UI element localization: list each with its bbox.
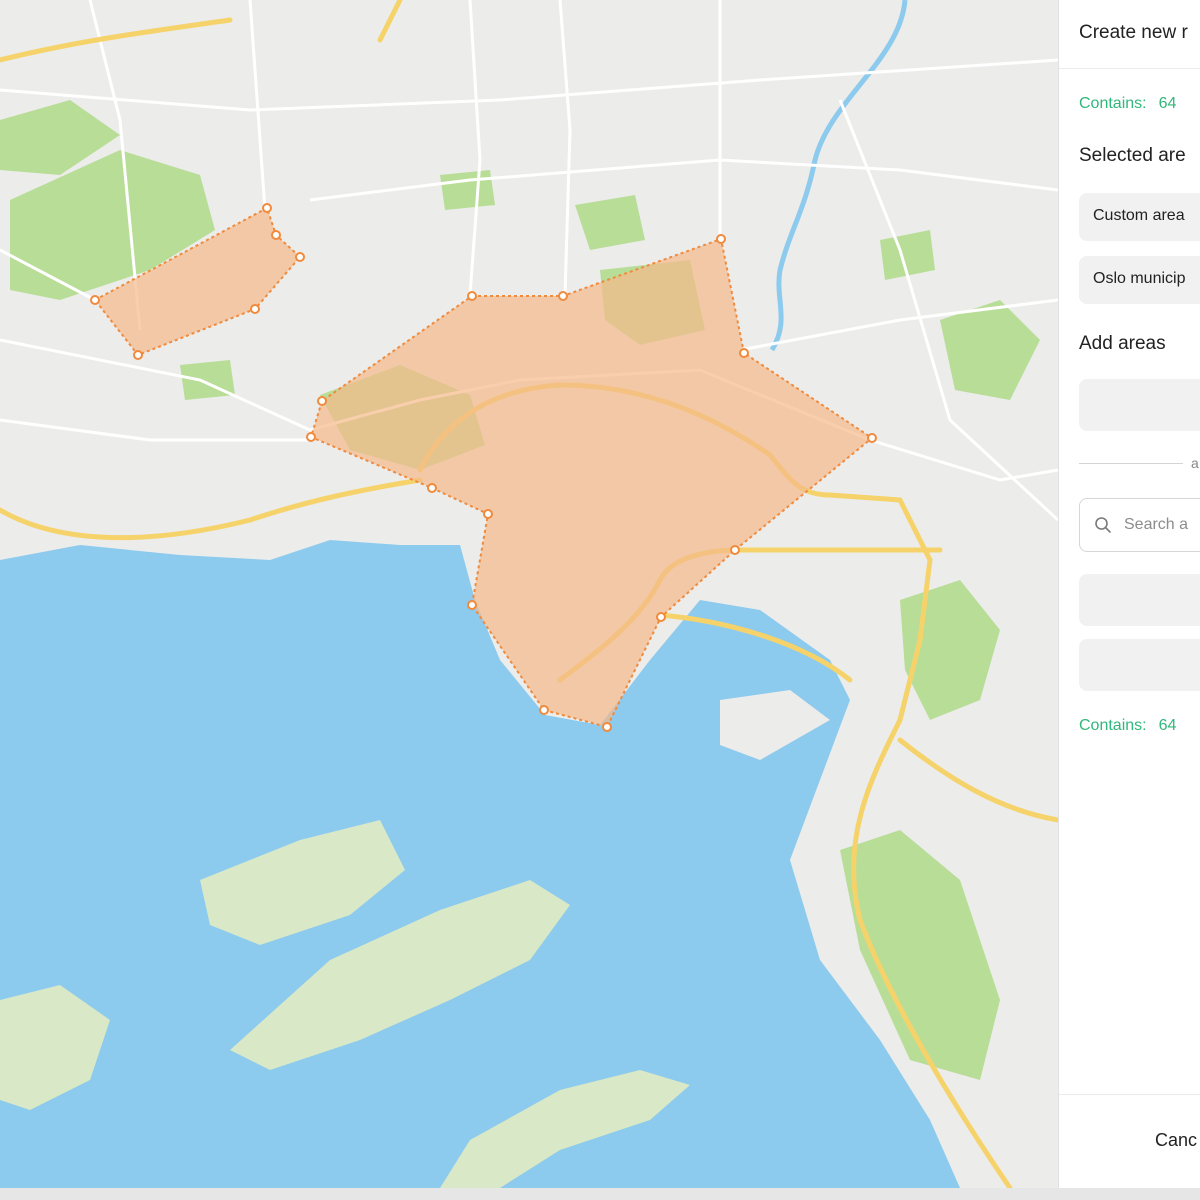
- cancel-button[interactable]: Canc: [1155, 1130, 1197, 1151]
- polygon-vertex-handle[interactable]: [295, 252, 305, 262]
- add-areas-heading: Add areas: [1079, 333, 1166, 354]
- polygon-vertex-handle[interactable]: [539, 705, 549, 715]
- polygon-vertex-handle[interactable]: [317, 396, 327, 406]
- bottom-edge: [0, 1188, 1200, 1200]
- polygon-vertex-handle[interactable]: [656, 612, 666, 622]
- contains-summary-top: Contains: 64: [1079, 95, 1176, 113]
- contains-label: Contains:: [1079, 95, 1147, 112]
- draw-area-button[interactable]: [1079, 379, 1200, 431]
- contains-summary-bottom: Contains: 64: [1079, 717, 1176, 735]
- suggestion-item-1[interactable]: [1079, 574, 1200, 626]
- polygon-vertex-handle[interactable]: [262, 203, 272, 213]
- polygon-vertex-handle[interactable]: [467, 291, 477, 301]
- polygon-vertex-handle[interactable]: [427, 483, 437, 493]
- polygon-vertex-handle[interactable]: [133, 350, 143, 360]
- polygon-vertex-handle[interactable]: [467, 600, 477, 610]
- create-region-panel: Create new r Contains: 64 Selected are Cu…: [1058, 0, 1200, 1188]
- search-icon: [1095, 517, 1111, 533]
- polygon-vertex-handle[interactable]: [306, 432, 316, 442]
- polygon-vertex-handle[interactable]: [558, 291, 568, 301]
- park-small-3: [440, 170, 495, 210]
- contains-bottom-label: Contains:: [1079, 717, 1147, 734]
- polygon-vertex-handle[interactable]: [483, 509, 493, 519]
- contains-bottom-value: 64: [1158, 717, 1177, 734]
- park-small-4: [180, 360, 235, 400]
- polygon-vertex-handle[interactable]: [730, 545, 740, 555]
- search-input[interactable]: [1124, 513, 1200, 537]
- panel-footer-divider: [1059, 1094, 1200, 1095]
- search-field[interactable]: [1079, 498, 1200, 552]
- panel-title: Create new r: [1079, 22, 1188, 43]
- polygon-vertex-handle[interactable]: [716, 234, 726, 244]
- polygon-vertex-handle[interactable]: [867, 433, 877, 443]
- panel-header-divider: [1059, 68, 1200, 69]
- polygon-vertex-handle[interactable]: [271, 230, 281, 240]
- polygon-vertex-handle[interactable]: [602, 722, 612, 732]
- polygon-vertex-handle[interactable]: [90, 295, 100, 305]
- or-divider-text: a: [1191, 455, 1199, 471]
- polygon-vertex-handle[interactable]: [250, 304, 260, 314]
- map-svg[interactable]: [0, 0, 1058, 1188]
- selected-area-chip-custom[interactable]: Custom area: [1079, 193, 1200, 241]
- polygon-vertex-handle[interactable]: [739, 348, 749, 358]
- suggestion-item-2[interactable]: [1079, 639, 1200, 691]
- or-divider-line: [1079, 463, 1183, 464]
- selected-area-chip-oslo[interactable]: Oslo municip: [1079, 256, 1200, 304]
- map-canvas[interactable]: [0, 0, 1058, 1188]
- selected-areas-heading: Selected are: [1079, 145, 1186, 166]
- contains-value: 64: [1158, 95, 1177, 112]
